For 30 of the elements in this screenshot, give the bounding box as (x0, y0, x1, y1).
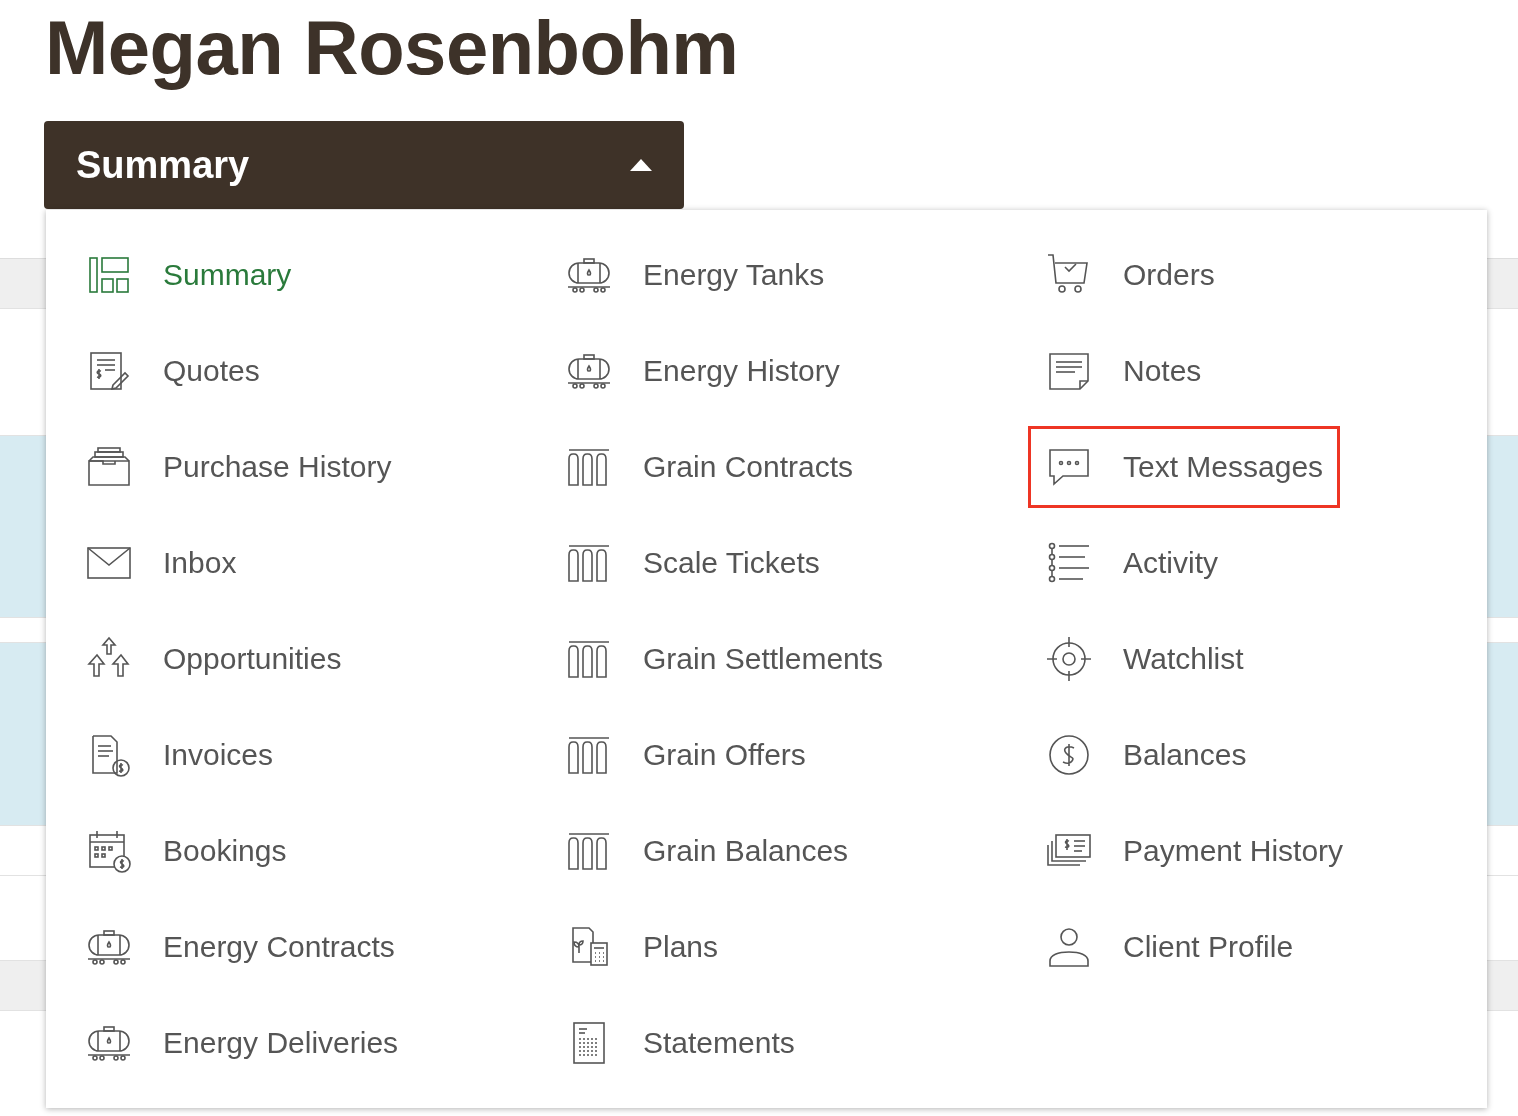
menu-item[interactable]: Client Profile (1028, 906, 1311, 988)
menu-item[interactable]: Grain Contracts (548, 426, 871, 508)
menu-item[interactable]: Inbox (68, 522, 254, 604)
menu-item[interactable]: Scale Tickets (548, 522, 837, 604)
menu-item[interactable]: Grain Offers (548, 714, 823, 796)
menu-item[interactable]: Balances (1028, 714, 1264, 796)
menu-item[interactable]: Grain Balances (548, 810, 866, 892)
menu-item[interactable]: Watchlist (1028, 618, 1261, 700)
menu-item[interactable]: Statements (548, 1002, 812, 1084)
menu-item[interactable]: Opportunities (68, 618, 359, 700)
target-icon (1045, 635, 1093, 683)
menu-item[interactable]: Quotes (68, 330, 277, 412)
menu-item[interactable]: Invoices (68, 714, 291, 796)
menu-item[interactable]: Plans (548, 906, 736, 988)
section-dropdown[interactable]: Summary (44, 121, 684, 209)
menu-item[interactable]: Bookings (68, 810, 304, 892)
menu-item[interactable]: Purchase History (68, 426, 409, 508)
caret-icon (630, 159, 652, 171)
menu-item[interactable]: Energy Contracts (68, 906, 412, 988)
page-title: Megan Rosenbohm (45, 4, 739, 90)
menu-item[interactable]: Orders (1028, 234, 1232, 316)
menu-item[interactable]: Activity (1028, 522, 1235, 604)
menu-item[interactable]: Payment History (1028, 810, 1361, 892)
menu-item[interactable]: Energy Tanks (548, 234, 842, 316)
menu-item[interactable]: Energy Deliveries (68, 1002, 416, 1084)
menu-item[interactable]: Summary (68, 234, 309, 316)
menu-item[interactable]: Grain Settlements (548, 618, 901, 700)
menu-item[interactable]: Notes (1028, 330, 1219, 412)
menu-item[interactable]: Energy History (548, 330, 857, 412)
menu-item[interactable]: Text Messages (1028, 426, 1341, 508)
